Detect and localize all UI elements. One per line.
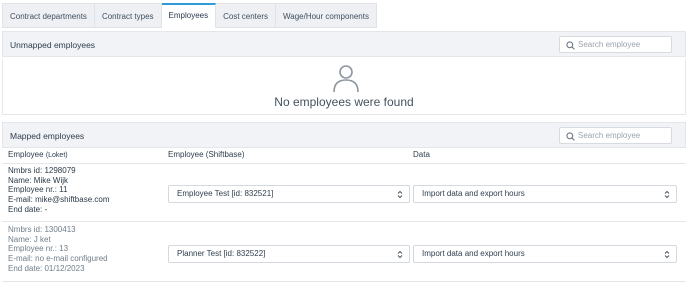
data-option-select[interactable]: Import data and export hours <box>413 185 677 203</box>
updown-chevron-icon <box>664 250 670 259</box>
search-icon <box>566 132 575 141</box>
mapped-search[interactable] <box>559 127 672 144</box>
column-employee-suffix: (Loket) <box>45 152 68 159</box>
employee-name: Name: J ket <box>8 234 51 244</box>
divider <box>2 163 686 164</box>
column-employee: Employee (Loket) <box>8 150 68 164</box>
person-icon <box>333 65 359 93</box>
data-option-value: Import data and export hours <box>422 249 525 258</box>
tab-cost-centers[interactable]: Cost centers <box>216 3 276 28</box>
tab-employees[interactable]: Employees <box>161 3 217 28</box>
employee-email: E-mail: mike@shiftbase.com <box>8 195 110 205</box>
mapped-employees-header: Mapped employees <box>2 122 686 148</box>
employee-end-date: End date: 01/12/2023 <box>8 263 85 273</box>
table-row-employee-info: Nmbrs id: 1298079 Name: Mike Wijk Employ… <box>8 166 109 215</box>
shiftbase-employee-select[interactable]: Employee Test [id: 832521] <box>168 185 410 203</box>
unmapped-employees-title: Unmapped employees <box>10 40 96 50</box>
employee-name: Name: Mike Wijk <box>8 175 69 185</box>
employee-end-date: End date: - <box>8 204 48 214</box>
mapped-search-input[interactable] <box>578 128 670 143</box>
tab-wage-hour-components[interactable]: Wage/Hour components <box>276 3 377 28</box>
empty-message: No employees were found <box>274 95 414 109</box>
data-option-value: Import data and export hours <box>422 189 525 198</box>
employee-number: Employee nr.: 13 <box>8 244 69 254</box>
empty-state: No employees were found <box>2 59 686 115</box>
nmbrs-id: Nmbrs id: 1298079 <box>8 166 76 175</box>
column-employee-label: Employee <box>8 150 44 159</box>
mapped-employees-title: Mapped employees <box>10 131 85 141</box>
column-data: Data <box>413 150 430 159</box>
unmapped-search[interactable] <box>559 36 672 53</box>
shiftbase-employee-value: Employee Test [id: 832521] <box>177 189 274 198</box>
search-icon <box>566 41 575 50</box>
employee-email: E-mail: no e-mail configured <box>8 254 108 264</box>
updown-chevron-icon <box>397 190 403 199</box>
tab-contract-types[interactable]: Contract types <box>94 3 162 28</box>
row-divider <box>2 281 686 282</box>
table-row-employee-info: Nmbrs id: 1300413 Name: J ket Employee n… <box>8 225 108 274</box>
unmapped-search-input[interactable] <box>578 37 670 52</box>
unmapped-employees-header: Unmapped employees <box>2 31 686 57</box>
tab-contract-departments[interactable]: Contract departments <box>2 3 95 28</box>
tab-bar: Contract departments Contract types Empl… <box>2 3 377 28</box>
row-divider <box>2 221 686 222</box>
shiftbase-employee-select[interactable]: Planner Test [id: 832522] <box>168 245 410 263</box>
data-option-select[interactable]: Import data and export hours <box>413 245 677 263</box>
updown-chevron-icon <box>664 190 670 199</box>
employee-number: Employee nr.: 11 <box>8 185 68 195</box>
nmbrs-id: Nmbrs id: 1300413 <box>8 225 76 234</box>
updown-chevron-icon <box>397 250 403 259</box>
shiftbase-employee-value: Planner Test [id: 832522] <box>177 249 266 258</box>
column-shiftbase: Employee (Shiftbase) <box>168 150 245 159</box>
